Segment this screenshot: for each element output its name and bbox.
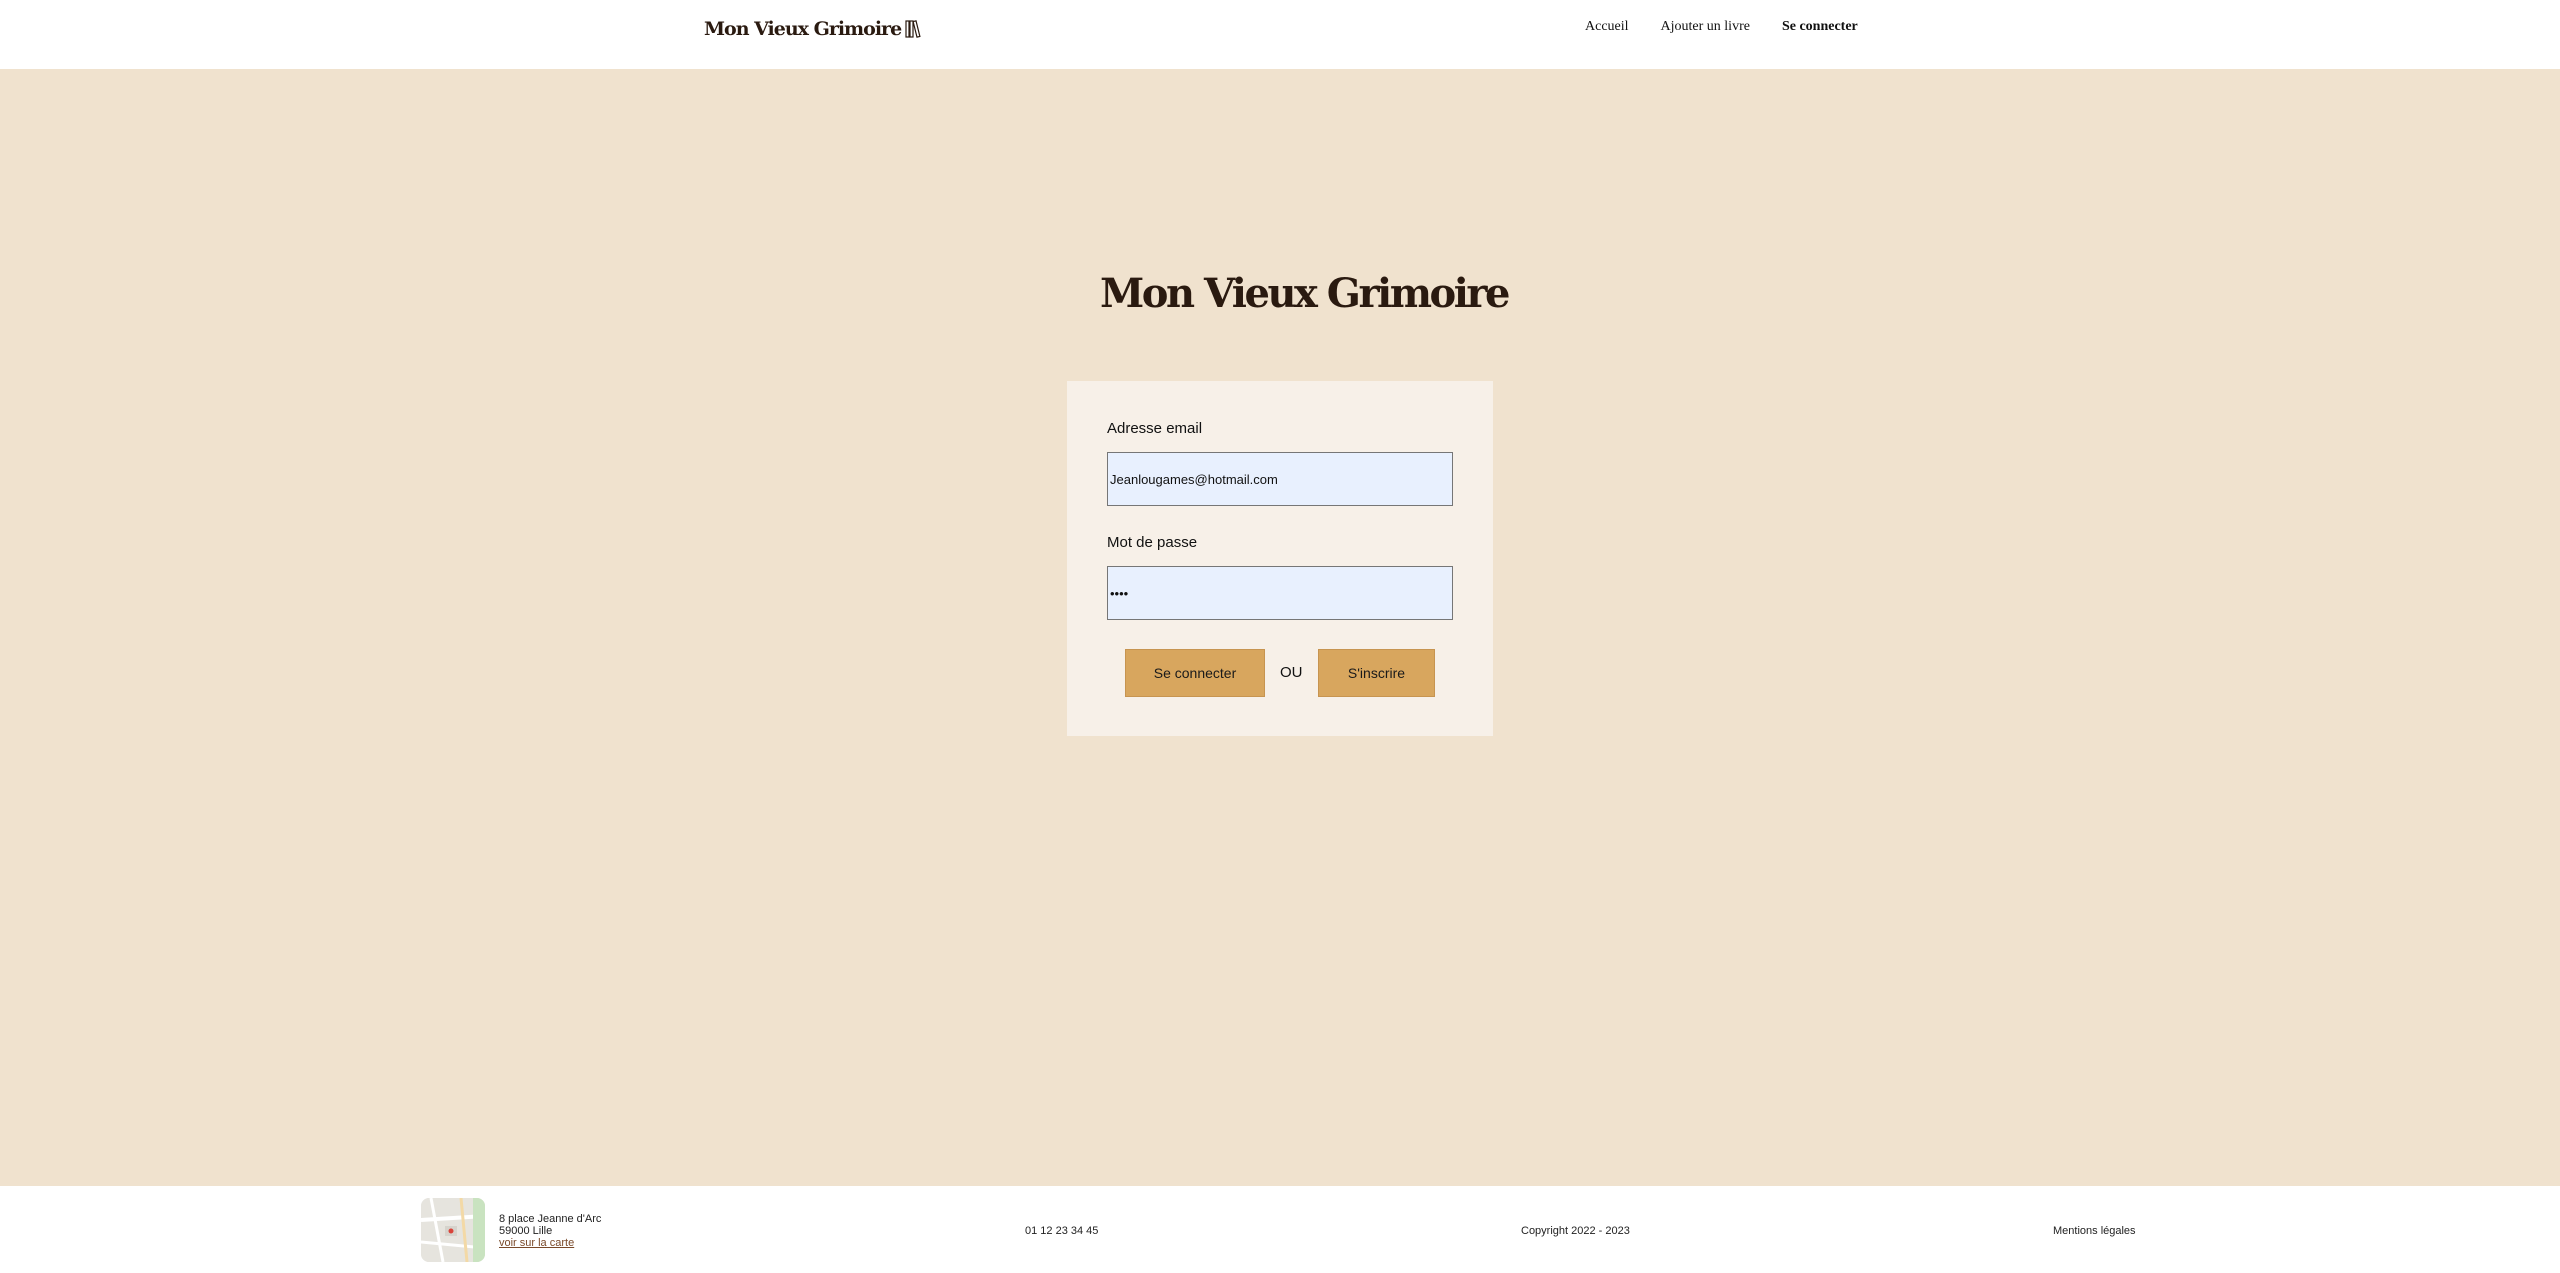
top-navbar: Mon Vieux Grimoire Accueil Ajouter un li…: [0, 0, 2560, 69]
header-logo[interactable]: Mon Vieux Grimoire: [704, 18, 921, 40]
password-label: Mot de passe: [1107, 534, 1198, 551]
login-card: Adresse email Mot de passe Se connecter …: [1067, 381, 1493, 736]
address-street: 8 place Jeanne d'Arc: [499, 1213, 602, 1225]
password-field[interactable]: [1107, 566, 1453, 620]
or-separator: OU: [1280, 664, 1303, 681]
address-city: 59000 Lille: [499, 1225, 553, 1237]
copyright: Copyright 2022 - 2023: [1521, 1225, 1630, 1237]
phone-number: 01 12 23 34 45: [1025, 1225, 1099, 1237]
header-brand-text: Mon Vieux Grimoire: [704, 18, 902, 40]
email-label: Adresse email: [1107, 420, 1203, 437]
address-block: 8 place Jeanne d'Arc 59000 Lille voir su…: [499, 1213, 601, 1249]
nav-home-link[interactable]: Accueil: [1585, 19, 1629, 35]
legal-notice-link[interactable]: Mentions légales: [2053, 1225, 2136, 1237]
email-field[interactable]: [1107, 452, 1453, 506]
map-thumbnail[interactable]: [421, 1198, 485, 1262]
main-nav: Accueil Ajouter un livre Se connecter: [1585, 19, 1858, 35]
map-icon: [421, 1198, 485, 1262]
login-button[interactable]: Se connecter: [1125, 649, 1265, 697]
main-brand-text: Mon Vieux Grimoire: [1100, 270, 1510, 317]
signup-button[interactable]: S'inscrire: [1318, 649, 1435, 697]
map-link[interactable]: voir sur la carte: [499, 1237, 601, 1249]
nav-add-book-link[interactable]: Ajouter un livre: [1661, 19, 1750, 35]
footer: 8 place Jeanne d'Arc 59000 Lille voir su…: [0, 1186, 2560, 1273]
main-logo: Mon Vieux Grimoire: [1100, 270, 1510, 317]
nav-login-link[interactable]: Se connecter: [1782, 19, 1858, 35]
books-icon: [905, 20, 921, 38]
